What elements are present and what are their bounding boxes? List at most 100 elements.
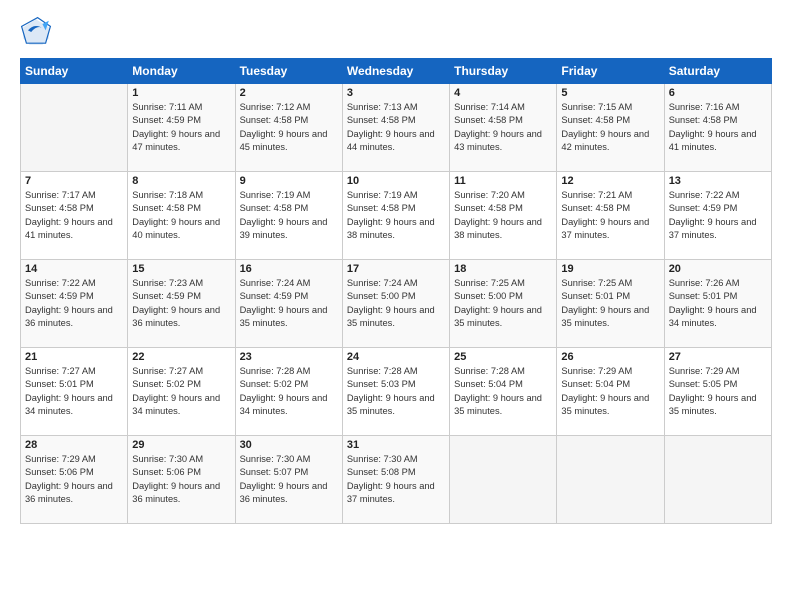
day-info: Sunrise: 7:25 AMSunset: 5:00 PMDaylight:… — [454, 277, 552, 331]
day-info: Sunrise: 7:29 AMSunset: 5:05 PMDaylight:… — [669, 365, 767, 419]
day-info: Sunrise: 7:28 AMSunset: 5:02 PMDaylight:… — [240, 365, 338, 419]
page: SundayMondayTuesdayWednesdayThursdayFrid… — [0, 0, 792, 612]
logo — [20, 16, 56, 48]
day-cell: 30 Sunrise: 7:30 AMSunset: 5:07 PMDayligh… — [235, 436, 342, 524]
week-row-4: 21 Sunrise: 7:27 AMSunset: 5:01 PMDayligh… — [21, 348, 772, 436]
day-cell: 5 Sunrise: 7:15 AMSunset: 4:58 PMDaylight… — [557, 84, 664, 172]
day-info: Sunrise: 7:24 AMSunset: 5:00 PMDaylight:… — [347, 277, 445, 331]
header-tuesday: Tuesday — [235, 59, 342, 84]
day-info: Sunrise: 7:29 AMSunset: 5:06 PMDaylight:… — [25, 453, 123, 507]
header-saturday: Saturday — [664, 59, 771, 84]
day-info: Sunrise: 7:30 AMSunset: 5:07 PMDaylight:… — [240, 453, 338, 507]
day-cell: 16 Sunrise: 7:24 AMSunset: 4:59 PMDayligh… — [235, 260, 342, 348]
header-friday: Friday — [557, 59, 664, 84]
day-cell: 4 Sunrise: 7:14 AMSunset: 4:58 PMDaylight… — [450, 84, 557, 172]
week-row-1: 1 Sunrise: 7:11 AMSunset: 4:59 PMDaylight… — [21, 84, 772, 172]
header-wednesday: Wednesday — [342, 59, 449, 84]
day-info: Sunrise: 7:14 AMSunset: 4:58 PMDaylight:… — [454, 101, 552, 155]
day-number: 6 — [669, 87, 767, 99]
day-cell — [21, 84, 128, 172]
day-number: 14 — [25, 263, 123, 275]
day-cell — [664, 436, 771, 524]
day-number: 26 — [561, 351, 659, 363]
day-number: 13 — [669, 175, 767, 187]
week-row-2: 7Sunrise: 7:17 AMSunset: 4:58 PMDaylight… — [21, 172, 772, 260]
day-info: Sunrise: 7:19 AMSunset: 4:58 PMDaylight:… — [240, 189, 338, 243]
day-cell: 28 Sunrise: 7:29 AMSunset: 5:06 PMDayligh… — [21, 436, 128, 524]
day-number: 12 — [561, 175, 659, 187]
day-cell: 27Sunrise: 7:29 AMSunset: 5:05 PMDayligh… — [664, 348, 771, 436]
day-cell: 31Sunrise: 7:30 AMSunset: 5:08 PMDayligh… — [342, 436, 449, 524]
day-cell: 23 Sunrise: 7:28 AMSunset: 5:02 PMDayligh… — [235, 348, 342, 436]
day-number: 3 — [347, 87, 445, 99]
day-cell: 19 Sunrise: 7:25 AMSunset: 5:01 PMDayligh… — [557, 260, 664, 348]
day-cell: 18 Sunrise: 7:25 AMSunset: 5:00 PMDayligh… — [450, 260, 557, 348]
header-thursday: Thursday — [450, 59, 557, 84]
day-cell: 22 Sunrise: 7:27 AMSunset: 5:02 PMDayligh… — [128, 348, 235, 436]
day-cell — [450, 436, 557, 524]
day-number: 19 — [561, 263, 659, 275]
day-info: Sunrise: 7:22 AMSunset: 4:59 PMDaylight:… — [25, 277, 123, 331]
logo-icon — [20, 16, 52, 48]
day-cell: 13 Sunrise: 7:22 AMSunset: 4:59 PMDayligh… — [664, 172, 771, 260]
day-number: 21 — [25, 351, 123, 363]
day-number: 16 — [240, 263, 338, 275]
day-cell: 21 Sunrise: 7:27 AMSunset: 5:01 PMDayligh… — [21, 348, 128, 436]
day-info: Sunrise: 7:23 AMSunset: 4:59 PMDaylight:… — [132, 277, 230, 331]
day-cell: 2 Sunrise: 7:12 AMSunset: 4:58 PMDaylight… — [235, 84, 342, 172]
day-cell: 10Sunrise: 7:19 AMSunset: 4:58 PMDayligh… — [342, 172, 449, 260]
day-info: Sunrise: 7:27 AMSunset: 5:01 PMDaylight:… — [25, 365, 123, 419]
day-info: Sunrise: 7:26 AMSunset: 5:01 PMDaylight:… — [669, 277, 767, 331]
day-cell — [557, 436, 664, 524]
day-cell: 8 Sunrise: 7:18 AMSunset: 4:58 PMDaylight… — [128, 172, 235, 260]
day-info: Sunrise: 7:15 AMSunset: 4:58 PMDaylight:… — [561, 101, 659, 155]
day-info: Sunrise: 7:29 AMSunset: 5:04 PMDaylight:… — [561, 365, 659, 419]
header-monday: Monday — [128, 59, 235, 84]
day-cell: 20 Sunrise: 7:26 AMSunset: 5:01 PMDayligh… — [664, 260, 771, 348]
day-info: Sunrise: 7:18 AMSunset: 4:58 PMDaylight:… — [132, 189, 230, 243]
day-cell: 29 Sunrise: 7:30 AMSunset: 5:06 PMDayligh… — [128, 436, 235, 524]
day-cell: 12 Sunrise: 7:21 AMSunset: 4:58 PMDayligh… — [557, 172, 664, 260]
day-cell: 11 Sunrise: 7:20 AMSunset: 4:58 PMDayligh… — [450, 172, 557, 260]
day-number: 5 — [561, 87, 659, 99]
day-number: 4 — [454, 87, 552, 99]
day-number: 28 — [25, 439, 123, 451]
day-info: Sunrise: 7:22 AMSunset: 4:59 PMDaylight:… — [669, 189, 767, 243]
day-number: 30 — [240, 439, 338, 451]
day-number: 8 — [132, 175, 230, 187]
day-info: Sunrise: 7:19 AMSunset: 4:58 PMDaylight:… — [347, 189, 445, 243]
day-info: Sunrise: 7:17 AMSunset: 4:58 PMDaylight:… — [25, 189, 123, 243]
day-number: 25 — [454, 351, 552, 363]
day-info: Sunrise: 7:24 AMSunset: 4:59 PMDaylight:… — [240, 277, 338, 331]
day-number: 29 — [132, 439, 230, 451]
day-info: Sunrise: 7:28 AMSunset: 5:04 PMDaylight:… — [454, 365, 552, 419]
day-number: 2 — [240, 87, 338, 99]
day-cell: 6 Sunrise: 7:16 AMSunset: 4:58 PMDaylight… — [664, 84, 771, 172]
day-cell: 3 Sunrise: 7:13 AMSunset: 4:58 PMDaylight… — [342, 84, 449, 172]
day-info: Sunrise: 7:16 AMSunset: 4:58 PMDaylight:… — [669, 101, 767, 155]
day-info: Sunrise: 7:30 AMSunset: 5:06 PMDaylight:… — [132, 453, 230, 507]
day-info: Sunrise: 7:20 AMSunset: 4:58 PMDaylight:… — [454, 189, 552, 243]
day-number: 18 — [454, 263, 552, 275]
day-cell: 14 Sunrise: 7:22 AMSunset: 4:59 PMDayligh… — [21, 260, 128, 348]
calendar-table: SundayMondayTuesdayWednesdayThursdayFrid… — [20, 58, 772, 524]
day-number: 24 — [347, 351, 445, 363]
day-number: 20 — [669, 263, 767, 275]
day-info: Sunrise: 7:25 AMSunset: 5:01 PMDaylight:… — [561, 277, 659, 331]
day-cell: 7Sunrise: 7:17 AMSunset: 4:58 PMDaylight… — [21, 172, 128, 260]
day-number: 1 — [132, 87, 230, 99]
day-number: 11 — [454, 175, 552, 187]
day-info: Sunrise: 7:27 AMSunset: 5:02 PMDaylight:… — [132, 365, 230, 419]
day-cell: 17Sunrise: 7:24 AMSunset: 5:00 PMDayligh… — [342, 260, 449, 348]
week-row-3: 14 Sunrise: 7:22 AMSunset: 4:59 PMDayligh… — [21, 260, 772, 348]
day-info: Sunrise: 7:30 AMSunset: 5:08 PMDaylight:… — [347, 453, 445, 507]
day-number: 23 — [240, 351, 338, 363]
day-number: 22 — [132, 351, 230, 363]
day-info: Sunrise: 7:13 AMSunset: 4:58 PMDaylight:… — [347, 101, 445, 155]
day-info: Sunrise: 7:12 AMSunset: 4:58 PMDaylight:… — [240, 101, 338, 155]
day-number: 9 — [240, 175, 338, 187]
day-info: Sunrise: 7:11 AMSunset: 4:59 PMDaylight:… — [132, 101, 230, 155]
day-info: Sunrise: 7:21 AMSunset: 4:58 PMDaylight:… — [561, 189, 659, 243]
week-row-5: 28 Sunrise: 7:29 AMSunset: 5:06 PMDayligh… — [21, 436, 772, 524]
calendar-header-row: SundayMondayTuesdayWednesdayThursdayFrid… — [21, 59, 772, 84]
